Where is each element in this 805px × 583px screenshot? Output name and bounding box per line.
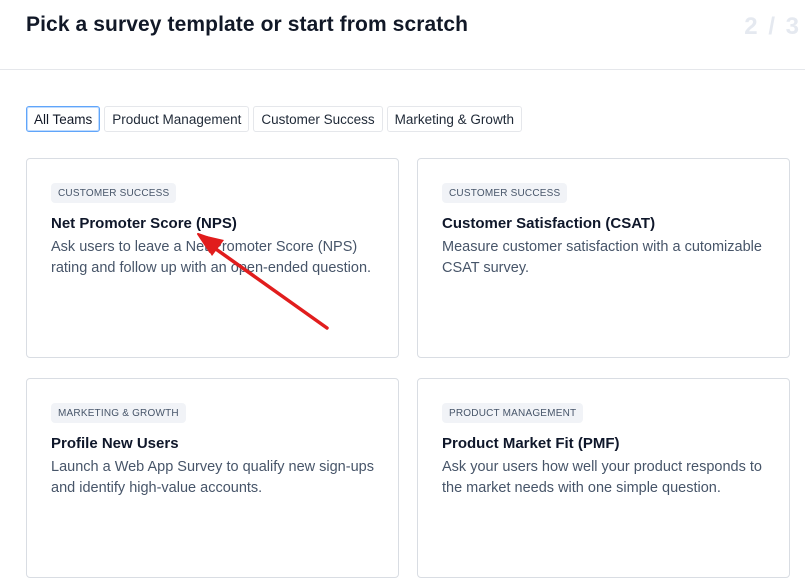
filter-customer-success[interactable]: Customer Success (253, 106, 383, 132)
team-badge: PRODUCT MANAGEMENT (442, 403, 584, 423)
template-card-pmf[interactable]: PRODUCT MANAGEMENT Product Market Fit (P… (417, 378, 790, 578)
template-title: Profile New Users (51, 435, 179, 452)
template-card-profile-new-users[interactable]: MARKETING & GROWTH Profile New Users Lau… (26, 378, 399, 578)
survey-template-page: Pick a survey template or start from scr… (0, 0, 805, 583)
filter-product-management[interactable]: Product Management (104, 106, 250, 132)
page-title: Pick a survey template or start from scr… (26, 13, 469, 36)
template-card-csat[interactable]: CUSTOMER SUCCESS Customer Satisfaction (… (417, 158, 790, 358)
team-badge: MARKETING & GROWTH (51, 403, 186, 423)
team-filter-bar: All Teams Product Management Customer Su… (26, 106, 522, 132)
template-description: Measure customer satisfaction with a cut… (442, 239, 762, 276)
step-indicator: 2 / 3 (744, 13, 801, 40)
template-title: Customer Satisfaction (CSAT) (442, 215, 656, 232)
page-header: Pick a survey template or start from scr… (0, 0, 805, 70)
template-title: Product Market Fit (PMF) (442, 435, 620, 452)
filter-marketing-growth[interactable]: Marketing & Growth (386, 106, 522, 132)
template-description: Launch a Web App Survey to qualify new s… (51, 459, 374, 496)
template-description: Ask your users how well your product res… (442, 459, 762, 496)
template-title: Net Promoter Score (NPS) (51, 215, 237, 232)
team-badge: CUSTOMER SUCCESS (442, 183, 568, 203)
template-description: Ask users to leave a Net Promoter Score … (51, 239, 372, 276)
template-card-nps[interactable]: CUSTOMER SUCCESS Net Promoter Score (NPS… (26, 158, 399, 358)
team-badge: CUSTOMER SUCCESS (51, 183, 177, 203)
filter-all-teams[interactable]: All Teams (26, 106, 101, 132)
